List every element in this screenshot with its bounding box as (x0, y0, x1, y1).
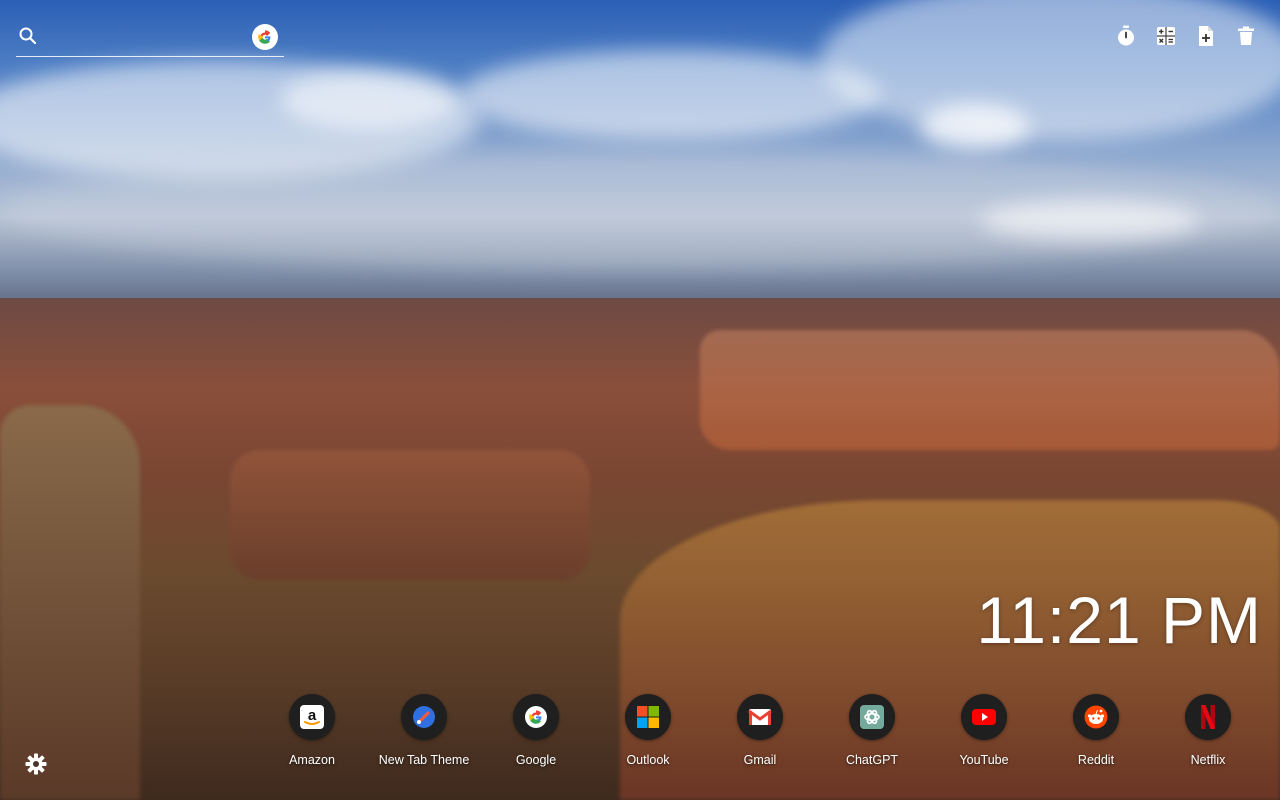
svg-text:a: a (308, 707, 317, 724)
canyon-cliff (0, 405, 140, 800)
shortcut-label: Gmail (743, 753, 777, 767)
cloud (460, 50, 880, 140)
canyon-ridge (700, 330, 1280, 450)
shortcut-label: New Tab Theme (378, 753, 470, 767)
google-icon (513, 694, 559, 740)
trash-icon[interactable] (1234, 24, 1258, 48)
reddit-icon (1073, 694, 1119, 740)
shortcut-outlook[interactable]: Outlook (592, 694, 704, 767)
search-bar (16, 22, 284, 57)
cloud (980, 200, 1200, 240)
shortcut-label: Amazon (289, 753, 335, 767)
shortcut-label: YouTube (959, 753, 1009, 767)
shortcut-label: ChatGPT (845, 753, 899, 767)
shortcut-netflix[interactable]: Netflix (1152, 694, 1264, 767)
top-toolbar (1114, 24, 1258, 48)
shortcut-chatgpt[interactable]: ChatGPT (816, 694, 928, 767)
shortcut-label: Google (515, 753, 557, 767)
amazon-icon: a (289, 694, 335, 740)
stopwatch-icon[interactable] (1114, 24, 1138, 48)
google-icon[interactable] (252, 24, 278, 50)
netflix-icon (1185, 694, 1231, 740)
shortcut-youtube[interactable]: YouTube (928, 694, 1040, 767)
search-input[interactable] (46, 24, 250, 52)
clock: 11:21 PM (976, 583, 1262, 657)
shortcut-label: Reddit (1077, 753, 1115, 767)
file-add-icon[interactable] (1194, 24, 1218, 48)
shortcut-label: Outlook (626, 753, 670, 767)
shortcut-google[interactable]: Google (480, 694, 592, 767)
new-tab-theme-icon (401, 694, 447, 740)
youtube-icon (961, 694, 1007, 740)
gear-icon[interactable] (24, 752, 48, 776)
cloud (920, 104, 1030, 150)
shortcut-gmail[interactable]: Gmail (704, 694, 816, 767)
shortcut-label: Netflix (1190, 753, 1226, 767)
gmail-icon (737, 694, 783, 740)
shortcut-dock: a Amazon New Tab Theme Google Outlook Gm… (256, 694, 1264, 767)
canyon-ridge (230, 450, 590, 580)
calculator-icon[interactable] (1154, 24, 1178, 48)
outlook-icon (625, 694, 671, 740)
search-icon[interactable] (18, 26, 38, 46)
wallpaper (0, 0, 1280, 800)
chatgpt-icon (849, 694, 895, 740)
shortcut-new-tab-theme[interactable]: New Tab Theme (368, 694, 480, 767)
shortcut-amazon[interactable]: a Amazon (256, 694, 368, 767)
cloud (280, 70, 460, 130)
shortcut-reddit[interactable]: Reddit (1040, 694, 1152, 767)
